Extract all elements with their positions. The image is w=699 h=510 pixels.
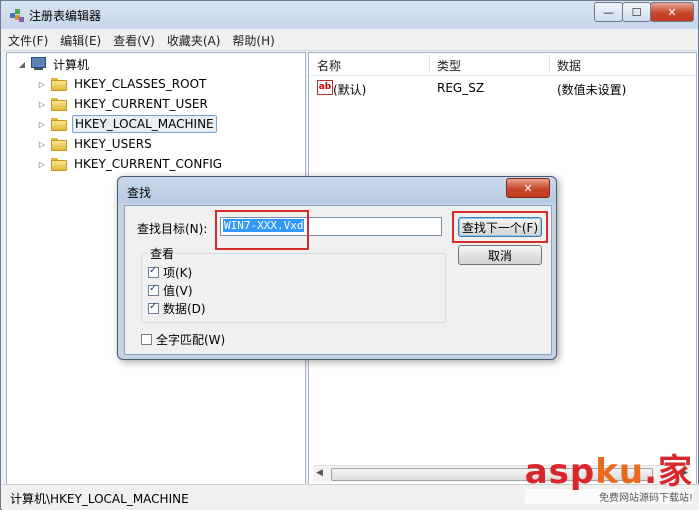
red-highlight-box bbox=[215, 210, 309, 250]
expand-triangle-icon[interactable]: ▷ bbox=[37, 140, 47, 149]
group-title: 查看 bbox=[148, 245, 177, 262]
expand-triangle-icon[interactable]: ▷ bbox=[37, 80, 47, 89]
folder-icon bbox=[51, 117, 67, 131]
dialog-close-button[interactable]: ✕ bbox=[506, 178, 550, 198]
string-value-icon: ab bbox=[317, 80, 333, 95]
checkbox-unchecked-icon[interactable] bbox=[141, 334, 152, 345]
find-dialog: 查找 ✕ 查找目标(N): WIN7-XXX.Vxd 查找下一个(F) 取消 查… bbox=[117, 176, 557, 360]
menu-help[interactable]: 帮助(H) bbox=[232, 32, 274, 49]
checkbox-checked-icon[interactable] bbox=[148, 301, 159, 314]
scroll-left-icon[interactable]: ◀ bbox=[316, 468, 323, 478]
tree-item-label: HKEY_CLASSES_ROOT bbox=[74, 77, 207, 91]
checkbox-match-whole[interactable]: 全字匹配(W) bbox=[141, 331, 225, 348]
tree-item-hkcu[interactable]: ▷ HKEY_CURRENT_USER bbox=[37, 94, 210, 114]
expand-triangle-icon[interactable]: ▷ bbox=[37, 120, 47, 129]
list-item[interactable]: ab (默认) REG_SZ (数值未设置) bbox=[309, 79, 696, 97]
column-type[interactable]: 类型 bbox=[437, 57, 461, 74]
tree-item-hklm[interactable]: ▷ HKEY_LOCAL_MACHINE bbox=[37, 114, 217, 134]
dialog-body: 查找目标(N): WIN7-XXX.Vxd 查找下一个(F) 取消 查看 项(K… bbox=[124, 205, 552, 355]
expand-triangle-icon[interactable]: ▷ bbox=[37, 100, 47, 109]
red-highlight-box bbox=[452, 211, 548, 243]
value-data: (数值未设置) bbox=[557, 83, 627, 97]
menu-view[interactable]: 查看(V) bbox=[113, 32, 155, 49]
close-button[interactable]: ✕ bbox=[650, 2, 694, 22]
minimize-button[interactable]: — bbox=[594, 2, 623, 22]
maximize-button[interactable]: ☐ bbox=[622, 2, 651, 22]
menu-favorites[interactable]: 收藏夹(A) bbox=[167, 32, 221, 49]
list-header: 名称 类型 数据 bbox=[309, 53, 696, 76]
checkbox-label: 值(V) bbox=[163, 284, 193, 298]
menu-bar: 文件(F) 编辑(E) 查看(V) 收藏夹(A) 帮助(H) bbox=[2, 30, 697, 51]
folder-icon bbox=[51, 77, 67, 91]
checkbox-keys[interactable]: 项(K) bbox=[148, 264, 192, 281]
checkbox-checked-icon[interactable] bbox=[148, 265, 159, 278]
column-separator[interactable] bbox=[549, 55, 550, 73]
checkbox-data[interactable]: 数据(D) bbox=[148, 300, 206, 317]
expand-triangle-icon[interactable]: ▷ bbox=[37, 160, 47, 169]
column-name[interactable]: 名称 bbox=[317, 57, 341, 74]
watermark: aspku.家 免费网站源码下载站! bbox=[524, 452, 693, 504]
tree-item-label: 计算机 bbox=[53, 57, 90, 72]
cancel-button[interactable]: 取消 bbox=[458, 245, 542, 265]
watermark-logo: aspku.家 bbox=[524, 452, 693, 492]
caption-buttons: — ☐ ✕ bbox=[594, 2, 694, 22]
tree-item-label: HKEY_USERS bbox=[74, 137, 152, 151]
find-label: 查找目标(N): bbox=[137, 222, 208, 236]
status-path: 计算机\HKEY_LOCAL_MACHINE bbox=[10, 492, 189, 506]
checkbox-label: 项(K) bbox=[163, 266, 193, 280]
tree-item-label: HKEY_CURRENT_USER bbox=[74, 97, 208, 111]
tree-item-label: HKEY_LOCAL_MACHINE bbox=[72, 115, 217, 133]
computer-icon bbox=[30, 57, 46, 71]
dialog-title: 查找 bbox=[127, 186, 152, 200]
look-at-group: 查看 项(K) 值(V) 数据(D) bbox=[141, 245, 446, 323]
title-bar[interactable]: 注册表编辑器 — ☐ ✕ bbox=[1, 1, 698, 29]
column-separator[interactable] bbox=[429, 55, 430, 73]
tree-item-hkcr[interactable]: ▷ HKEY_CLASSES_ROOT bbox=[37, 74, 208, 94]
window-title: 注册表编辑器 bbox=[29, 9, 102, 23]
value-type: REG_SZ bbox=[437, 81, 485, 95]
value-name: (默认) bbox=[333, 83, 367, 97]
menu-edit[interactable]: 编辑(E) bbox=[60, 32, 101, 49]
column-data[interactable]: 数据 bbox=[557, 57, 581, 74]
regedit-icon bbox=[10, 9, 24, 22]
checkbox-label: 数据(D) bbox=[163, 302, 206, 316]
folder-icon bbox=[51, 157, 67, 171]
menu-file[interactable]: 文件(F) bbox=[8, 32, 48, 49]
checkbox-values[interactable]: 值(V) bbox=[148, 282, 193, 299]
collapse-triangle-icon[interactable]: ◢ bbox=[17, 60, 27, 69]
checkbox-checked-icon[interactable] bbox=[148, 283, 159, 296]
tree-item-hku[interactable]: ▷ HKEY_USERS bbox=[37, 134, 154, 154]
folder-icon bbox=[51, 137, 67, 151]
tree-item-hkcc[interactable]: ▷ HKEY_CURRENT_CONFIG bbox=[37, 154, 224, 174]
tree-item-computer[interactable]: ◢ 计算机 bbox=[17, 54, 91, 74]
folder-icon bbox=[51, 97, 67, 111]
tree-item-label: HKEY_CURRENT_CONFIG bbox=[74, 157, 223, 171]
checkbox-label: 全字匹配(W) bbox=[156, 333, 226, 347]
